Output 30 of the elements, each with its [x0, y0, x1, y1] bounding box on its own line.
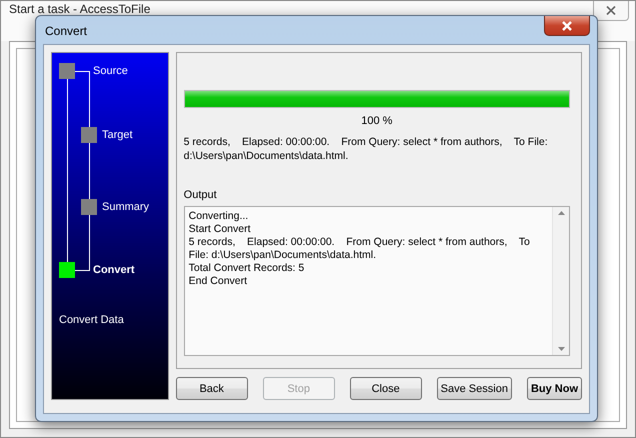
- step-label[interactable]: Source: [93, 65, 128, 77]
- dialog-button[interactable]: Back: [176, 377, 248, 400]
- status-text: 5 records, Elapsed: 00:00:00. From Query: select * from authors, To File: d:\Users\pan\Documents\data.html.: [184, 135, 549, 163]
- output-line: Start Convert: [188, 223, 252, 236]
- dialog-button[interactable]: Buy Now: [526, 377, 582, 400]
- output-line: 5 records, Elapsed: 00:00:00. From Query: select * from authors, To File: d:\Users\pan\Documents\data.html.: [188, 236, 531, 262]
- step-label[interactable]: Summary: [102, 201, 150, 213]
- dialog-button[interactable]: Save Session: [436, 377, 512, 400]
- close-button[interactable]: [593, 1, 629, 21]
- sidebar-caption: Convert Data: [59, 314, 125, 326]
- scrollbar[interactable]: [552, 207, 569, 355]
- output-line: End Convert: [188, 275, 248, 288]
- step-label[interactable]: Target: [102, 129, 133, 141]
- output-line: Converting...: [188, 210, 250, 223]
- close-icon: [561, 20, 573, 30]
- step-label[interactable]: Convert: [93, 264, 135, 276]
- connector-line: [75, 71, 90, 127]
- close-button[interactable]: [544, 16, 590, 36]
- window-title: Start a task - AccessToFile: [9, 2, 150, 16]
- output-line: Total Convert Records: 5: [188, 262, 306, 275]
- dialog-button[interactable]: Close: [350, 377, 422, 400]
- progress-percent: 100 %: [361, 115, 392, 127]
- connector-line: [75, 215, 90, 271]
- output-label: Output: [184, 189, 218, 201]
- scroll-up-icon[interactable]: [558, 211, 564, 215]
- close-icon: [606, 6, 616, 15]
- output-box[interactable]: Converting... Start Convert 5 records, Elapsed: 00:00:00. From Query: select * from authors, To File: d:\Users\pan\Documents\data.html. Total Convert Records: 5 End Convert: [184, 206, 570, 356]
- scroll-down-icon[interactable]: [558, 347, 564, 351]
- dialog-title: Convert: [45, 24, 88, 38]
- connector-line: [89, 143, 90, 199]
